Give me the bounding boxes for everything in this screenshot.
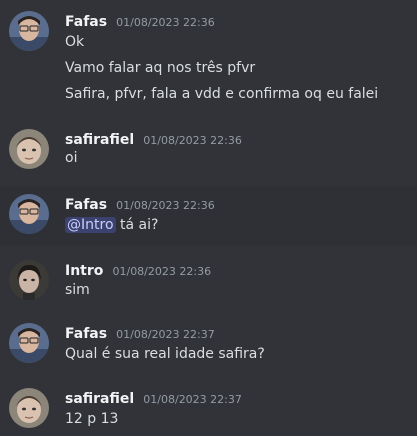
chat-messages: Fafas 01/08/2023 22:36 Ok Vamo falar aq … xyxy=(0,0,417,436)
message-group: Fafas 01/08/2023 22:37 Qual é sua real i… xyxy=(0,310,417,376)
user-avatar[interactable] xyxy=(9,260,49,300)
message-group-highlighted: Fafas 01/08/2023 22:36 @Intro tá ai? xyxy=(0,186,417,246)
message-text: 12 p 13 xyxy=(65,411,119,427)
message-timestamp: 01/08/2023 22:37 xyxy=(116,328,215,341)
message-timestamp: 01/08/2023 22:36 xyxy=(116,199,215,212)
message-timestamp: 01/08/2023 22:36 xyxy=(143,134,242,147)
message-text: Qual é sua real idade safira? xyxy=(65,346,265,362)
message-timestamp: 01/08/2023 22:36 xyxy=(116,16,215,29)
message-text: Ok xyxy=(65,34,85,50)
safirafiel-avatar xyxy=(9,129,49,169)
message-author[interactable]: Fafas xyxy=(65,197,107,213)
user-avatar[interactable] xyxy=(9,388,49,428)
message-author[interactable]: Fafas xyxy=(65,326,107,342)
message-timestamp: 01/08/2023 22:37 xyxy=(143,393,242,406)
user-avatar[interactable] xyxy=(9,11,49,51)
message-group: safirafiel 01/08/2023 22:37 12 p 13 xyxy=(0,376,417,436)
message-author[interactable]: Fafas xyxy=(65,14,107,30)
message-group: Fafas 01/08/2023 22:36 Ok Vamo falar aq … xyxy=(0,0,417,112)
message-timestamp: 01/08/2023 22:36 xyxy=(112,265,212,278)
user-mention[interactable]: @Intro xyxy=(65,217,116,233)
message-text: @Intro tá ai? xyxy=(65,217,158,233)
message-author[interactable]: safirafiel xyxy=(65,132,134,148)
user-avatar[interactable] xyxy=(9,194,49,234)
message-author[interactable]: Intro xyxy=(65,263,103,279)
message-author[interactable]: safirafiel xyxy=(65,391,134,407)
fafas-avatar xyxy=(9,323,49,363)
message-text: Safira, pfvr, fala a vdd e confirma oq e… xyxy=(65,86,379,102)
message-text: oi xyxy=(65,150,78,166)
safirafiel-avatar xyxy=(9,388,49,428)
user-avatar[interactable] xyxy=(9,129,49,169)
user-avatar[interactable] xyxy=(9,323,49,363)
fafas-avatar xyxy=(9,194,49,234)
message-text-rest: tá ai? xyxy=(115,217,159,233)
message-group: safirafiel 01/08/2023 22:36 oi xyxy=(0,112,417,186)
message-text: sim xyxy=(65,282,90,298)
intro-avatar xyxy=(9,260,49,300)
message-group: Intro 01/08/2023 22:36 sim xyxy=(0,246,417,310)
fafas-avatar xyxy=(9,11,49,51)
message-text: Vamo falar aq nos três pfvr xyxy=(65,60,256,76)
